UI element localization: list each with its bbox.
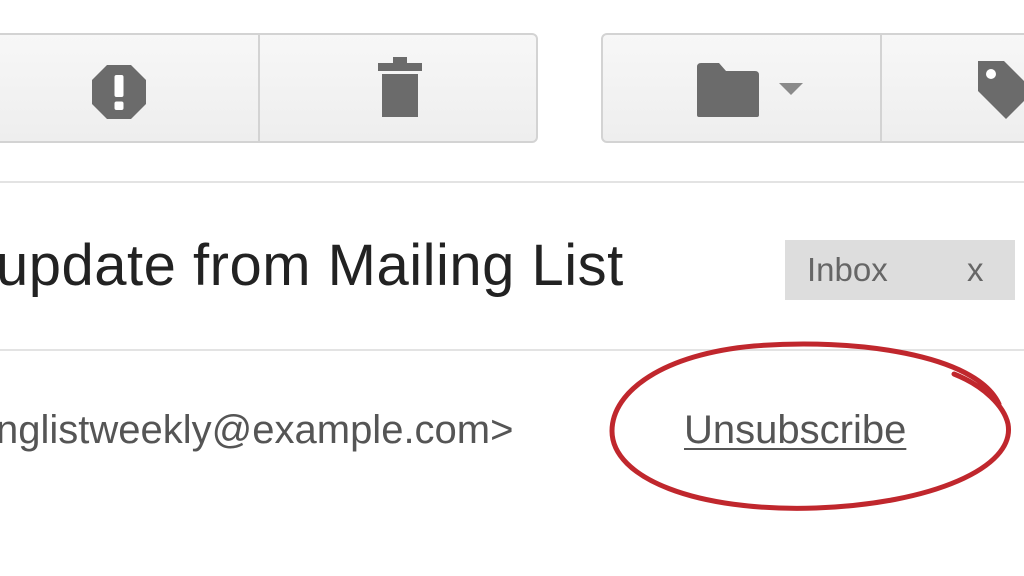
folder-icon: [697, 63, 759, 117]
move-to-button[interactable]: [603, 35, 882, 141]
report-spam-button[interactable]: [0, 35, 260, 141]
report-spam-icon: [92, 65, 146, 119]
delete-button[interactable]: [260, 35, 536, 141]
sender-address: nglistweekly@example.com>: [0, 408, 514, 452]
message-subject: update from Mailing List: [0, 233, 624, 298]
toolbar-divider: [0, 181, 1024, 183]
unsubscribe-link[interactable]: Unsubscribe: [684, 408, 906, 453]
labels-button[interactable]: [882, 35, 1024, 141]
inbox-label-chip: Inbox x: [785, 240, 1015, 300]
label-chip-text: Inbox: [807, 251, 888, 288]
subject-divider: [0, 349, 1024, 351]
caret-down-icon: [779, 83, 803, 95]
message-actions-group: [0, 33, 538, 143]
remove-label-button[interactable]: x: [967, 251, 984, 289]
organize-actions-group: [601, 33, 1024, 143]
email-view: update from Mailing List Inbox x nglistw…: [0, 0, 1024, 576]
trash-icon: [378, 57, 422, 117]
tag-icon: [977, 61, 1024, 119]
